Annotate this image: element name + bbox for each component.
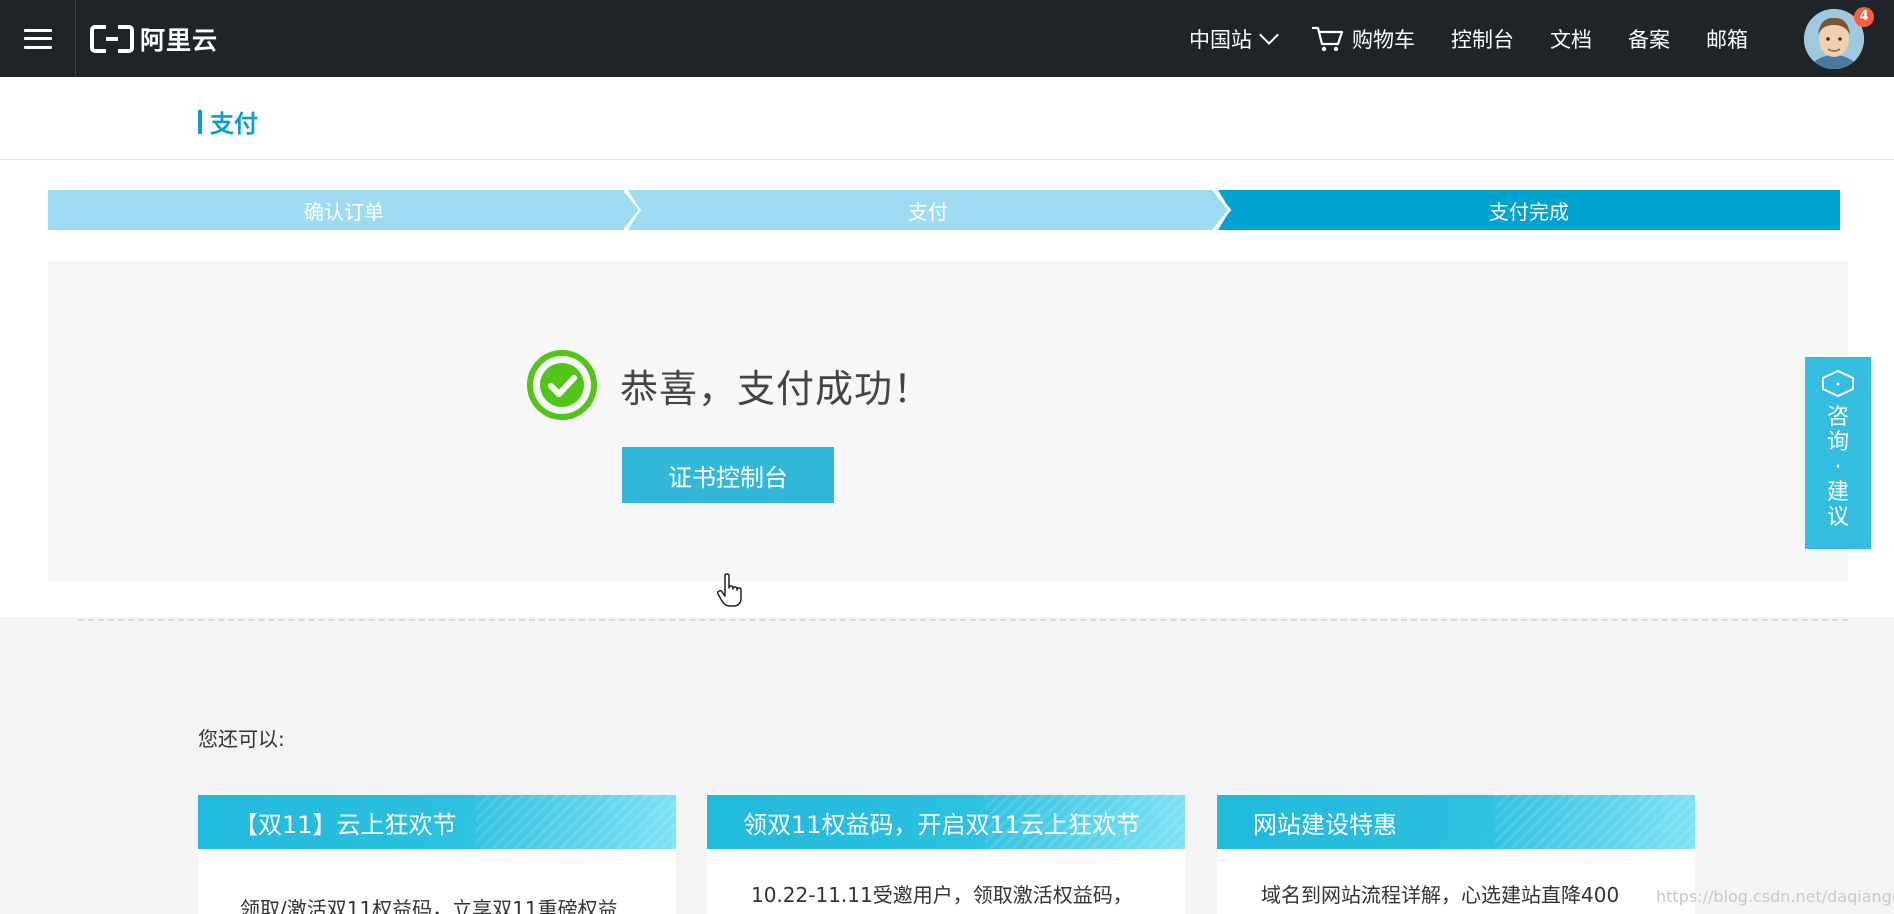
region-selector[interactable]: 中国站 [1189,24,1279,54]
hand-pointer-icon [716,573,742,607]
step-separator [1214,190,1232,230]
promo-card[interactable]: 网站建设特惠 域名到网站流程详解，心选建站直降400 [1217,795,1695,914]
mail-link[interactable]: 邮箱 [1706,24,1748,54]
consult-label: 咨询·建议 [1826,405,1849,530]
title-accent-bar [198,109,202,134]
dashed-divider [78,619,1848,621]
promo-card-title: 网站建设特惠 [1217,795,1695,849]
progress-steps: 确认订单 支付 支付完成 [48,190,1840,230]
success-message: 恭喜，支付成功！ [620,366,933,411]
notification-badge: 4 [1854,6,1874,27]
region-label: 中国站 [1189,27,1252,52]
cart-label: 购物车 [1352,27,1415,52]
user-avatar-button[interactable]: 4 [1804,6,1874,87]
success-check-icon [527,350,597,420]
top-navbar: 阿里云 中国站 购物车 控制台 文档 备案 邮箱 4 [0,0,1894,87]
promo-card-text: 领取/激活双11权益码，立享双11重磅权益 [240,897,618,914]
certificate-console-button[interactable]: 证书控制台 [622,447,834,503]
console-link[interactable]: 控制台 [1451,24,1514,54]
success-panel: 恭喜，支付成功！ 证书控制台 [48,261,1848,621]
chevron-down-icon [1259,24,1279,45]
more-options-title: 您还可以: [198,727,285,751]
promo-card-text: 域名到网站流程详解，心选建站直降400 [1261,883,1620,907]
hamburger-icon [23,28,52,49]
hexagon-chat-icon [1822,369,1854,397]
aliyun-logo[interactable]: 阿里云 [90,21,218,57]
success-message-row: 恭喜，支付成功！ [526,349,932,421]
step-separator [624,190,642,230]
promo-card[interactable]: 【双11】云上狂欢节 领取/激活双11权益码，立享双11重磅权益 [198,795,676,914]
consult-feedback-widget[interactable]: 咨询·建议 [1805,357,1871,549]
docs-link[interactable]: 文档 [1550,24,1592,54]
brand-name: 阿里云 [140,25,219,55]
aliyun-logo-icon [90,24,134,53]
step-payment: 支付 [628,190,1228,230]
step-confirm-order: 确认订单 [48,190,640,230]
nav-links: 中国站 购物车 控制台 文档 备案 邮箱 4 [1171,0,1894,87]
hamburger-menu-button[interactable] [0,0,76,77]
watermark-text: https://blog.csdn.net/daqiang012 [1656,887,1894,906]
promo-card[interactable]: 领双11权益码，开启双11云上狂欢节 10.22-11.11受邀用户，领取激活权… [707,795,1185,914]
icp-filing-link[interactable]: 备案 [1628,24,1670,54]
promo-card-text: 10.22-11.11受邀用户，领取激活权益码， [751,883,1133,907]
page-title: 支付 [210,110,258,138]
page-header: 支付 [198,104,258,139]
payment-section: 支付 确认订单 支付 支付完成 恭喜，支付成功！ 证书控制台 [0,77,1894,621]
step-payment-complete: 支付完成 [1218,190,1840,230]
promo-card-title: 【双11】云上狂欢节 [198,795,676,849]
cart-link[interactable]: 购物车 [1312,24,1415,54]
header-divider [0,159,1894,160]
promo-card-title: 领双11权益码，开启双11云上狂欢节 [707,795,1185,849]
shopping-cart-icon [1312,26,1344,51]
